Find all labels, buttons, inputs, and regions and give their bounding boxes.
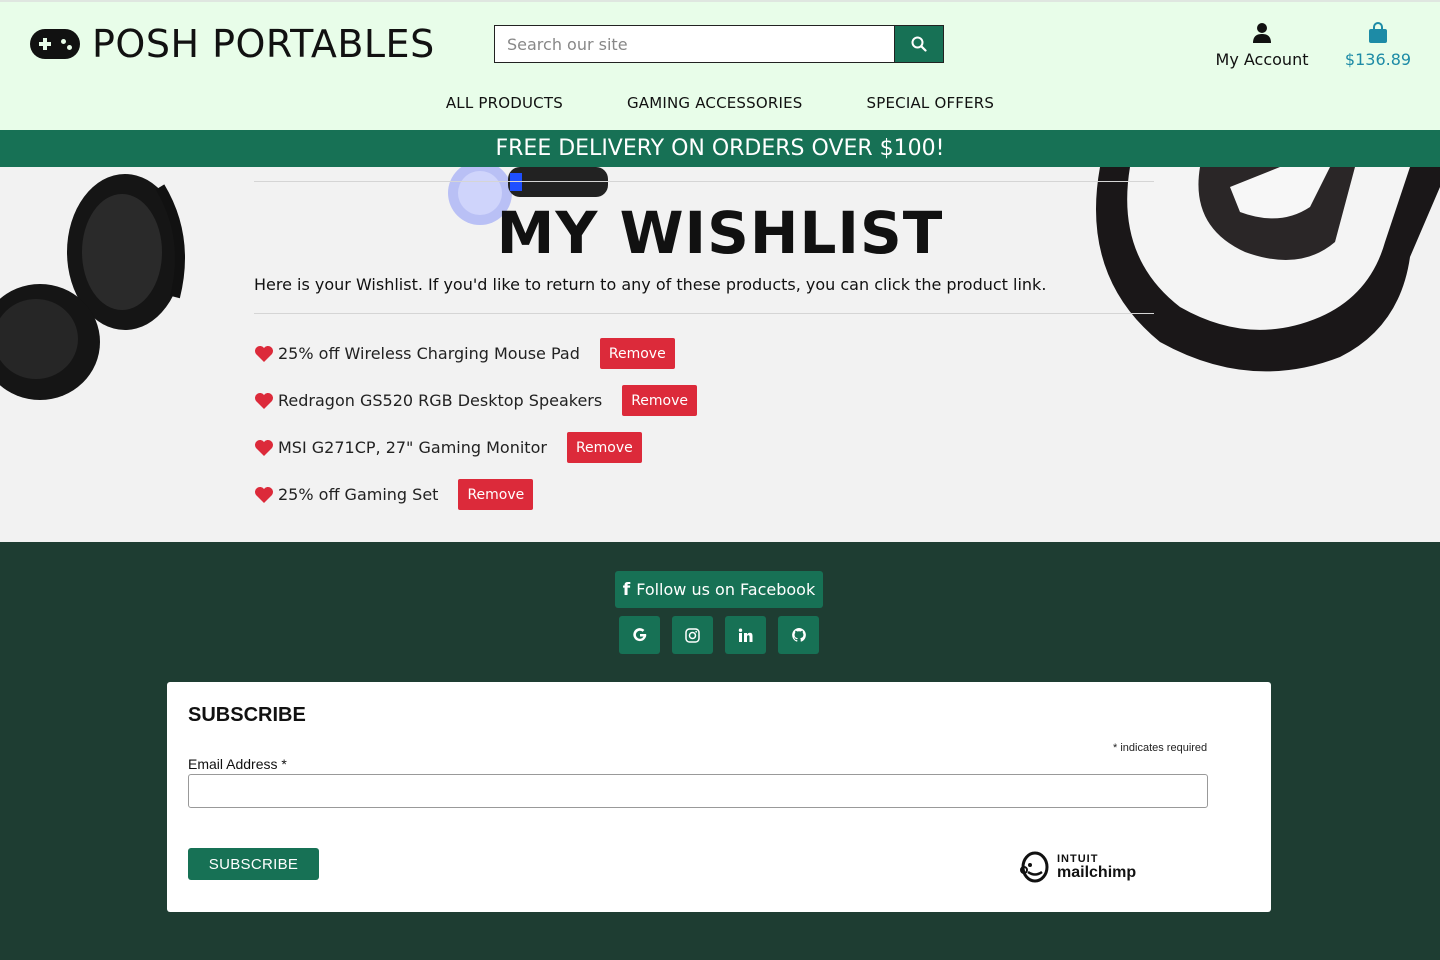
google-link[interactable] [619, 616, 660, 654]
subscribe-form: SUBSCRIBE * indicates required Email Add… [167, 682, 1271, 912]
facebook-icon: f [622, 579, 631, 600]
required-note: * indicates required [1113, 742, 1208, 754]
remove-button[interactable]: Remove [599, 338, 675, 369]
mailchimp-icon [1020, 851, 1049, 883]
heart-icon [254, 439, 274, 457]
gamepad-icon [30, 29, 80, 59]
mailchimp-brand-line2: mailchimp [1057, 863, 1137, 881]
product-link[interactable]: 25% off Wireless Charging Mouse Pad [278, 344, 580, 363]
nav-all-products[interactable]: ALL PRODUCTS [446, 94, 563, 112]
wishlist-items: 25% off Wireless Charging Mouse Pad Remo… [254, 330, 698, 518]
linkedin-icon [738, 628, 753, 642]
my-account-label: My Account [1215, 50, 1309, 69]
mailchimp-badge[interactable]: INTUIT mailchimp [1019, 850, 1136, 884]
site-header: POSH PORTABLES My Account $136.89 ALL PR… [0, 0, 1440, 130]
delivery-banner: FREE DELIVERY ON ORDERS OVER $100! [0, 130, 1440, 167]
social-links [619, 616, 819, 654]
divider-top [254, 181, 1154, 182]
email-field[interactable] [188, 774, 1208, 808]
product-link[interactable]: 25% off Gaming Set [278, 485, 438, 504]
main-nav: ALL PRODUCTS GAMING ACCESSORIES SPECIAL … [0, 94, 1440, 112]
heart-icon [254, 392, 274, 410]
remove-button[interactable]: Remove [622, 385, 698, 416]
logo-text: POSH PORTABLES [92, 22, 435, 66]
wishlist-intro: Here is your Wishlist. If you'd like to … [254, 275, 1047, 294]
product-link[interactable]: MSI G271CP, 27" Gaming Monitor [278, 438, 547, 457]
list-item: Redragon GS520 RGB Desktop Speakers Remo… [254, 377, 698, 424]
search-input[interactable] [494, 25, 894, 63]
google-icon [632, 628, 646, 642]
heart-icon [254, 486, 274, 504]
instagram-link[interactable] [672, 616, 713, 654]
shopping-bag-link[interactable]: $136.89 [1340, 22, 1416, 69]
list-item: 25% off Gaming Set Remove [254, 471, 697, 518]
facebook-follow-label: Follow us on Facebook [636, 580, 816, 599]
subscribe-title: SUBSCRIBE [188, 704, 306, 726]
wishlist-section: MY WISHLIST Here is your Wishlist. If yo… [0, 167, 1440, 542]
list-item: 25% off Wireless Charging Mouse Pad Remo… [254, 330, 697, 377]
search-button[interactable] [894, 25, 944, 63]
subscribe-button[interactable]: SUBSCRIBE [188, 848, 319, 880]
mailchimp-brand-line1: INTUIT [1057, 852, 1099, 865]
nav-gaming-accessories[interactable]: GAMING ACCESSORIES [627, 94, 803, 112]
page-title: MY WISHLIST [496, 199, 944, 267]
facebook-follow-button[interactable]: f Follow us on Facebook [615, 571, 823, 608]
user-icon [1253, 23, 1271, 43]
bag-total: $136.89 [1344, 50, 1412, 69]
product-link[interactable]: Redragon GS520 RGB Desktop Speakers [278, 391, 602, 410]
list-item: MSI G271CP, 27" Gaming Monitor Remove [254, 424, 697, 471]
divider-bottom [254, 313, 1154, 314]
linkedin-link[interactable] [725, 616, 766, 654]
nav-special-offers[interactable]: SPECIAL OFFERS [867, 94, 995, 112]
remove-button[interactable]: Remove [566, 432, 642, 463]
instagram-icon [685, 627, 700, 643]
github-link[interactable] [778, 616, 819, 654]
search-form [494, 25, 944, 63]
heart-icon [254, 345, 274, 363]
my-account-link[interactable]: My Account [1212, 22, 1312, 69]
logo-link[interactable]: POSH PORTABLES [30, 22, 435, 66]
shopping-bag-icon [1369, 22, 1387, 43]
search-icon [911, 36, 927, 52]
email-label: Email Address * [188, 756, 287, 772]
remove-button[interactable]: Remove [458, 479, 534, 510]
github-icon [791, 628, 806, 642]
